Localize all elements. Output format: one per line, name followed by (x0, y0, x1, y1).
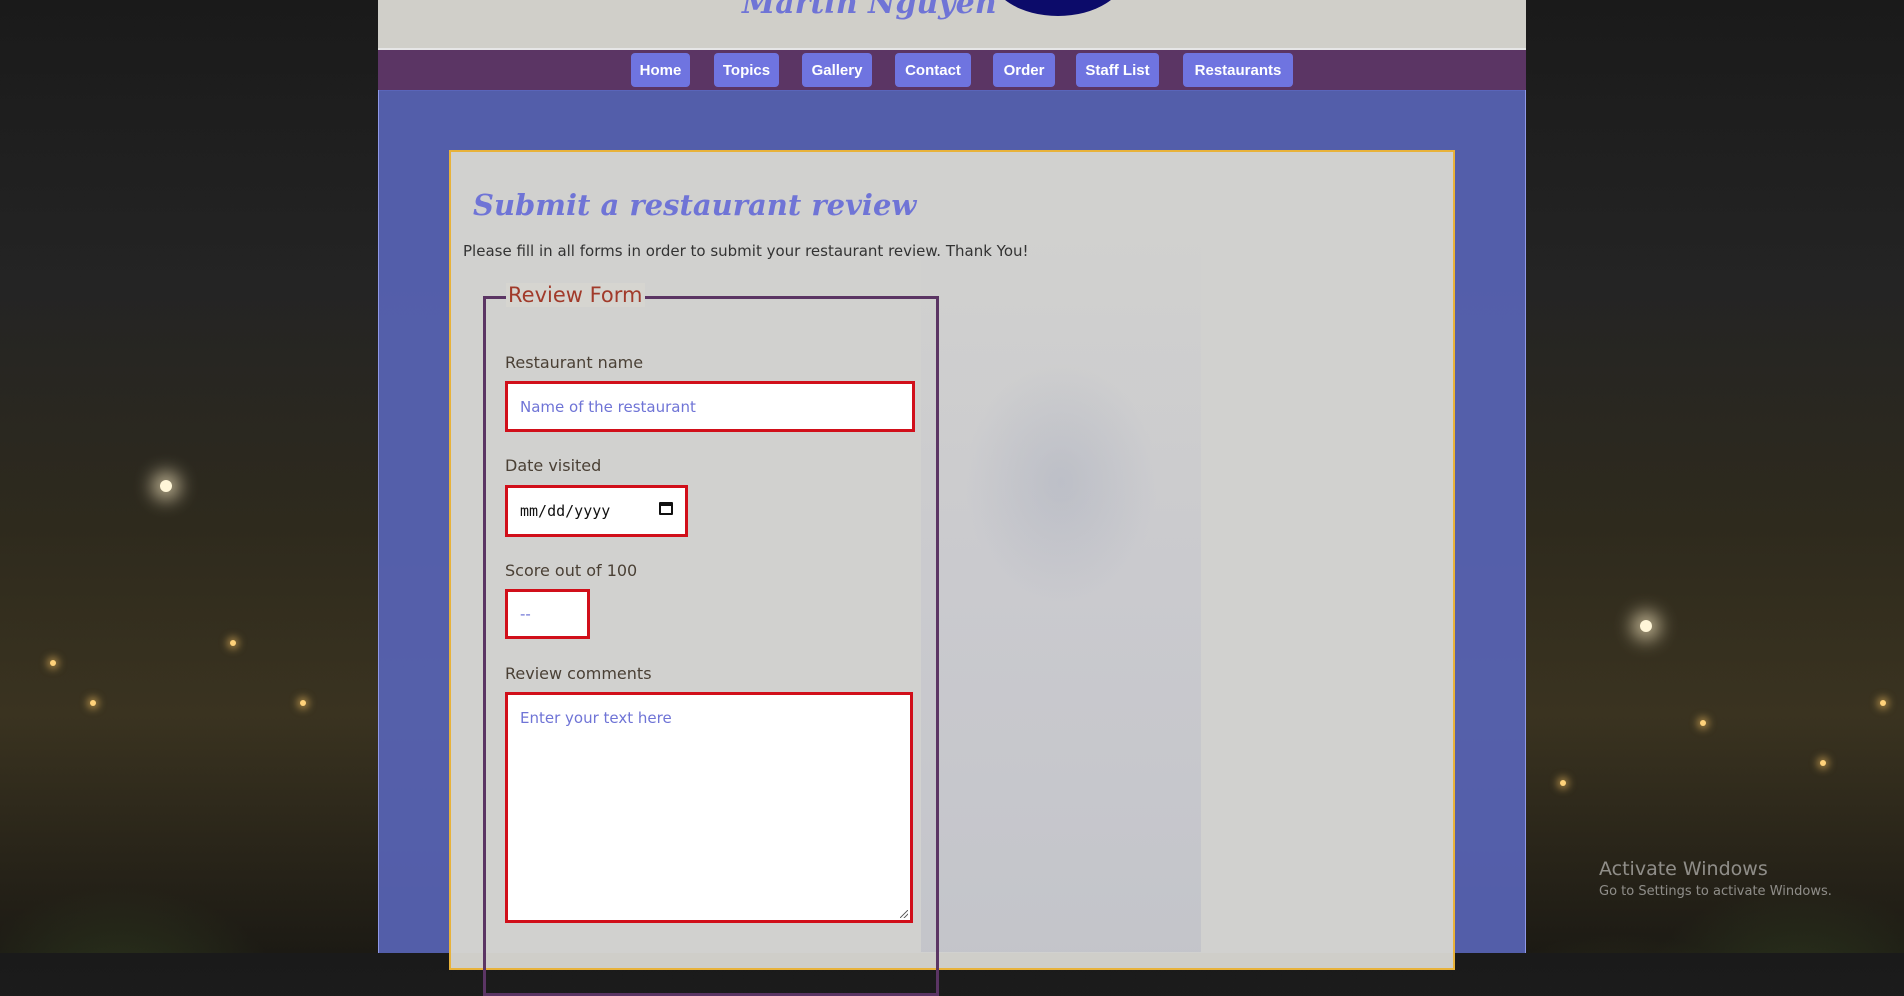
main-content: Submit a restaurant review Please fill i… (378, 90, 1526, 996)
date-visited-label: Date visited (505, 456, 602, 475)
nav-restaurants-link[interactable]: Restaurants (1183, 53, 1293, 87)
review-comments-label: Review comments (505, 664, 652, 683)
date-visited-value: mm/dd/yyyy (520, 502, 611, 520)
score-label: Score out of 100 (505, 561, 638, 580)
page-container: Martin Nguyen Home Topics Gallery Contac… (378, 0, 1526, 996)
review-form: Review Form Restaurant name Name of the … (483, 283, 939, 996)
capitol-dome-image (921, 232, 1201, 952)
nav-contact-link[interactable]: Contact (895, 53, 971, 87)
resize-handle-icon[interactable] (900, 910, 908, 918)
form-legend: Review Form (506, 283, 645, 307)
nav-topics-link[interactable]: Topics (714, 53, 779, 87)
form-instructions: Please fill in all forms in order to sub… (463, 242, 1029, 260)
page-title: Submit a restaurant review (473, 188, 917, 222)
calendar-icon[interactable] (659, 502, 673, 515)
activation-watermark: Activate Windows Go to Settings to activ… (1599, 858, 1832, 899)
restaurant-name-input[interactable]: Name of the restaurant (505, 381, 915, 432)
score-input[interactable]: -- (505, 589, 590, 639)
nav-home-link[interactable]: Home (631, 53, 690, 87)
restaurant-name-label: Restaurant name (505, 353, 644, 372)
nav-order-link[interactable]: Order (993, 53, 1055, 87)
date-visited-input[interactable]: mm/dd/yyyy (505, 485, 688, 537)
review-comments-textarea[interactable]: Enter your text here (505, 692, 913, 923)
nav-bar: Home Topics Gallery Contact Order Staff … (378, 50, 1526, 91)
activation-title: Activate Windows (1599, 858, 1768, 880)
review-comments-placeholder: Enter your text here (520, 709, 672, 727)
nav-gallery-link[interactable]: Gallery (802, 53, 872, 87)
site-logo (990, 0, 1126, 16)
activation-subtitle: Go to Settings to activate Windows. (1599, 884, 1832, 899)
site-name: Martin Nguyen (742, 0, 997, 21)
score-placeholder: -- (520, 605, 531, 623)
nav-staff-list-link[interactable]: Staff List (1076, 53, 1159, 87)
site-header: Martin Nguyen (378, 0, 1526, 50)
review-card: Submit a restaurant review Please fill i… (449, 150, 1455, 996)
restaurant-name-placeholder: Name of the restaurant (520, 397, 696, 416)
